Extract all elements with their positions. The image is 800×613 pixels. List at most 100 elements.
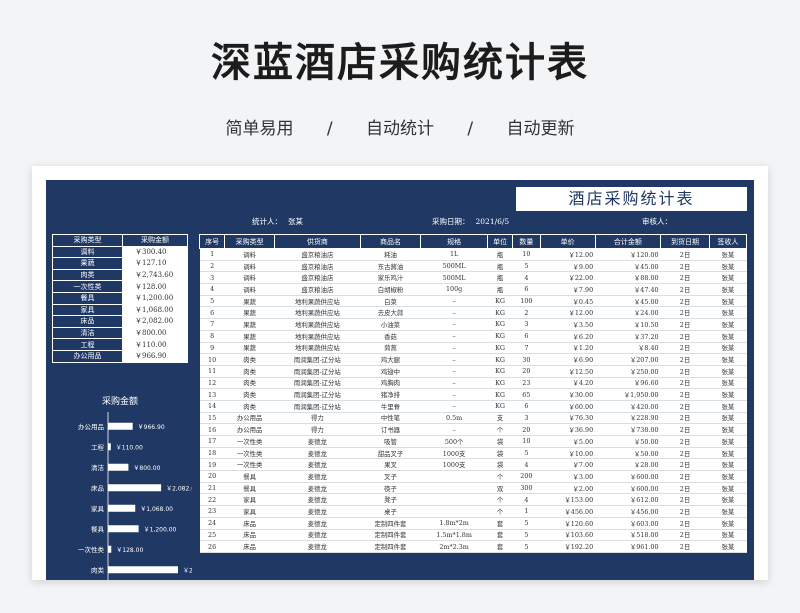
table-cell[interactable]: 6 bbox=[512, 283, 540, 296]
table-cell[interactable] bbox=[420, 505, 488, 518]
table-cell[interactable]: 个 bbox=[487, 423, 513, 436]
table-cell[interactable]: 地利果蔬供应站 bbox=[274, 295, 361, 308]
table-cell[interactable]: 个 bbox=[487, 505, 513, 518]
table-cell[interactable]: 张某 bbox=[709, 330, 747, 343]
table-cell[interactable] bbox=[420, 482, 488, 495]
table-cell[interactable]: 雨润集团-辽分站 bbox=[274, 353, 361, 366]
table-cell[interactable]: 瓶 bbox=[487, 260, 513, 273]
chart-bar[interactable] bbox=[108, 525, 139, 533]
table-cell[interactable]: 100g bbox=[420, 283, 488, 296]
table-cell[interactable]: 11 bbox=[199, 365, 225, 378]
table-cell[interactable]: 地利果蔬供应站 bbox=[274, 330, 361, 343]
table-cell[interactable]: 22 bbox=[199, 493, 225, 507]
table-cell[interactable]: 500ML bbox=[420, 260, 488, 273]
table-cell[interactable]: 东古酱油 bbox=[360, 260, 421, 273]
table-cell[interactable]: 5 bbox=[199, 295, 225, 308]
table-cell[interactable]: 100 bbox=[512, 295, 540, 308]
table-cell[interactable]: ￥612.00 bbox=[595, 493, 661, 507]
table-cell[interactable]: 袋 bbox=[487, 435, 513, 448]
table-cell[interactable]: ￥47.40 bbox=[595, 283, 661, 296]
table-cell[interactable]: 双 bbox=[487, 482, 513, 495]
table-cell[interactable]: ￥228.90 bbox=[595, 412, 661, 425]
chart-bar[interactable] bbox=[108, 545, 112, 553]
table-cell[interactable]: 张某 bbox=[709, 412, 747, 425]
table-cell[interactable]: 麦德龙 bbox=[274, 540, 361, 553]
table-cell[interactable]: ￥600.00 bbox=[595, 470, 661, 483]
table-cell[interactable]: ￥3.00 bbox=[540, 470, 596, 483]
table-cell[interactable]: 2日 bbox=[660, 353, 710, 366]
table-cell[interactable]: 雨润集团-辽分站 bbox=[274, 388, 361, 401]
table-cell[interactable]: 床品 bbox=[224, 540, 275, 553]
table-cell[interactable]: 13 bbox=[199, 388, 225, 401]
table-cell[interactable]: 鸡大腿 bbox=[360, 353, 421, 366]
category-amount[interactable]: ￥1,200.00 bbox=[122, 291, 188, 305]
table-cell[interactable]: 2日 bbox=[660, 377, 710, 390]
category-amount[interactable]: ￥128.00 bbox=[122, 280, 188, 293]
table-cell[interactable]: ￥420.00 bbox=[595, 400, 661, 413]
table-cell[interactable]: 17 bbox=[199, 435, 225, 448]
table-cell[interactable]: ￥456.00 bbox=[540, 505, 596, 518]
table-cell[interactable]: ￥12.00 bbox=[540, 306, 596, 320]
table-cell[interactable]: 订书器 bbox=[360, 423, 421, 436]
table-cell[interactable]: 茼蒿 bbox=[360, 342, 421, 355]
table-cell[interactable]: ￥37.20 bbox=[595, 330, 661, 343]
table-cell[interactable]: ￥60.00 bbox=[540, 400, 596, 413]
table-cell[interactable]: 定制四件套 bbox=[360, 517, 421, 530]
column-header[interactable]: 单位 bbox=[486, 234, 514, 249]
table-cell[interactable]: ￥10.50 bbox=[595, 318, 661, 331]
table-cell[interactable]: ￥192.20 bbox=[540, 540, 596, 553]
table-cell[interactable]: 2日 bbox=[660, 306, 710, 320]
table-cell[interactable]: 5 bbox=[512, 260, 540, 273]
table-cell[interactable]: 张某 bbox=[709, 365, 747, 378]
table-cell[interactable]: 2日 bbox=[660, 517, 710, 530]
table-cell[interactable]: 一次性类 bbox=[224, 435, 275, 448]
table-cell[interactable]: 个 bbox=[487, 470, 513, 483]
table-cell[interactable]: ￥28.00 bbox=[595, 458, 661, 472]
table-cell[interactable]: 6 bbox=[512, 400, 540, 413]
table-cell[interactable]: 7 bbox=[512, 342, 540, 355]
table-cell[interactable]: 2日 bbox=[660, 365, 710, 378]
table-cell[interactable]: 1 bbox=[199, 248, 225, 261]
table-cell[interactable]: 23 bbox=[512, 377, 540, 390]
table-cell[interactable]: 果蔬 bbox=[224, 342, 275, 355]
table-cell[interactable]: 甜品叉子 bbox=[360, 447, 421, 460]
table-cell[interactable]: 桌子 bbox=[360, 505, 421, 518]
table-cell[interactable]: 袋 bbox=[487, 458, 513, 472]
table-cell[interactable]: 2日 bbox=[660, 470, 710, 483]
table-cell[interactable]: ￥12.50 bbox=[540, 365, 596, 378]
table-cell[interactable]: 雨润集团-辽分站 bbox=[274, 377, 361, 390]
table-cell[interactable]: 8 bbox=[199, 330, 225, 343]
table-cell[interactable]: 麦德龙 bbox=[274, 493, 361, 507]
column-header[interactable]: 合计金额 bbox=[594, 234, 662, 249]
table-cell[interactable]: 5 bbox=[512, 529, 540, 542]
table-cell[interactable]: – bbox=[420, 342, 488, 355]
table-cell[interactable]: ￥2.00 bbox=[540, 482, 596, 495]
table-cell[interactable]: 2日 bbox=[660, 529, 710, 542]
table-cell[interactable]: 套 bbox=[487, 517, 513, 530]
table-cell[interactable]: 一次性类 bbox=[224, 458, 275, 472]
table-cell[interactable]: – bbox=[420, 295, 488, 308]
table-cell[interactable]: ￥36.90 bbox=[540, 423, 596, 436]
table-cell[interactable]: – bbox=[420, 365, 488, 378]
table-cell[interactable]: 500ML bbox=[420, 271, 488, 285]
table-cell[interactable]: 去皮大蒜 bbox=[360, 306, 421, 320]
table-cell[interactable]: 16 bbox=[199, 423, 225, 436]
table-cell[interactable]: 猪净排 bbox=[360, 388, 421, 401]
table-cell[interactable]: 2日 bbox=[660, 318, 710, 331]
table-cell[interactable]: 张某 bbox=[709, 493, 747, 507]
table-cell[interactable]: 床品 bbox=[224, 517, 275, 530]
table-cell[interactable]: 20 bbox=[512, 365, 540, 378]
table-cell[interactable]: ￥22.00 bbox=[540, 271, 596, 285]
table-cell[interactable]: 1.5m*1.8m bbox=[420, 529, 488, 542]
table-cell[interactable] bbox=[420, 470, 488, 483]
table-cell[interactable]: 2日 bbox=[660, 283, 710, 296]
table-cell[interactable]: 6 bbox=[199, 306, 225, 320]
table-cell[interactable]: ￥5.00 bbox=[540, 435, 596, 448]
table-cell[interactable]: 张某 bbox=[709, 400, 747, 413]
table-cell[interactable]: 10 bbox=[199, 353, 225, 366]
table-cell[interactable]: ￥6.90 bbox=[540, 353, 596, 366]
table-cell[interactable]: 袋 bbox=[487, 447, 513, 460]
table-cell[interactable]: 张某 bbox=[709, 447, 747, 460]
table-cell[interactable]: ￥250.00 bbox=[595, 365, 661, 378]
table-cell[interactable]: ￥50.00 bbox=[595, 435, 661, 448]
